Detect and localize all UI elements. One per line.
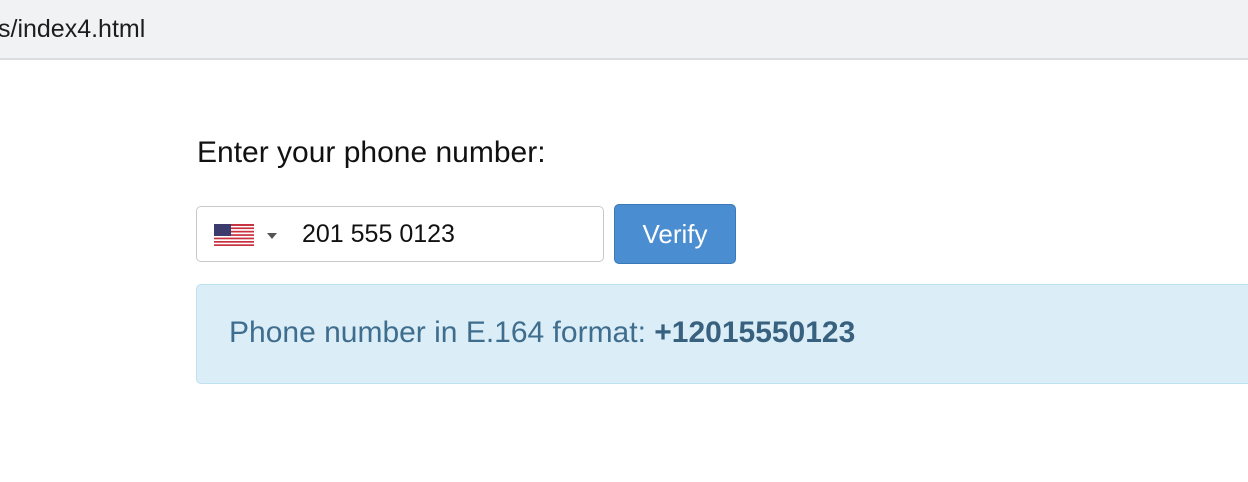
phone-input-field[interactable]: 201 555 0123 bbox=[196, 206, 604, 262]
us-flag-icon[interactable] bbox=[214, 224, 254, 246]
address-bar[interactable]: s/index4.html bbox=[0, 0, 1248, 60]
country-dropdown-caret-icon[interactable] bbox=[267, 233, 277, 239]
phone-label: Enter your phone number: bbox=[197, 136, 546, 169]
verify-button[interactable]: Verify bbox=[614, 204, 736, 264]
e164-value: +12015550123 bbox=[654, 316, 856, 349]
result-alert: Phone number in E.164 format: +120155501… bbox=[196, 284, 1248, 384]
phone-number-value[interactable]: 201 555 0123 bbox=[302, 220, 455, 249]
address-bar-url[interactable]: s/index4.html bbox=[0, 15, 145, 44]
result-text: Phone number in E.164 format: +120155501… bbox=[229, 316, 855, 350]
result-prefix: Phone number in E.164 format: bbox=[229, 316, 655, 349]
